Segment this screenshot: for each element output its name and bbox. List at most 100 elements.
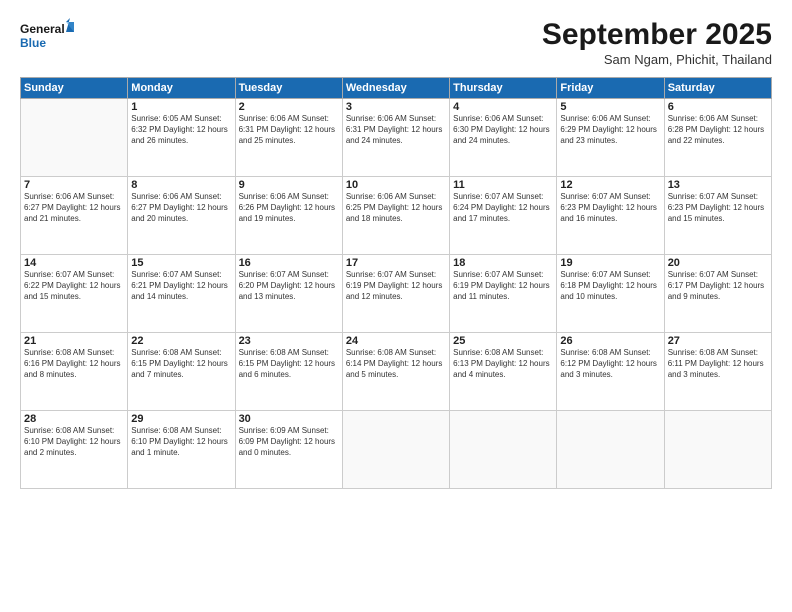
day-info: Sunrise: 6:08 AM Sunset: 6:15 PM Dayligh… bbox=[239, 348, 339, 380]
calendar-cell: 26Sunrise: 6:08 AM Sunset: 6:12 PM Dayli… bbox=[557, 333, 664, 411]
calendar-cell bbox=[450, 411, 557, 489]
day-number: 21 bbox=[24, 335, 124, 347]
day-info: Sunrise: 6:06 AM Sunset: 6:28 PM Dayligh… bbox=[668, 114, 768, 146]
day-number: 15 bbox=[131, 257, 231, 269]
day-number: 25 bbox=[453, 335, 553, 347]
header: General Blue September 2025 Sam Ngam, Ph… bbox=[20, 18, 772, 67]
day-info: Sunrise: 6:08 AM Sunset: 6:11 PM Dayligh… bbox=[668, 348, 768, 380]
calendar-cell: 21Sunrise: 6:08 AM Sunset: 6:16 PM Dayli… bbox=[21, 333, 128, 411]
calendar-cell: 28Sunrise: 6:08 AM Sunset: 6:10 PM Dayli… bbox=[21, 411, 128, 489]
day-info: Sunrise: 6:05 AM Sunset: 6:32 PM Dayligh… bbox=[131, 114, 231, 146]
calendar-cell: 24Sunrise: 6:08 AM Sunset: 6:14 PM Dayli… bbox=[342, 333, 449, 411]
day-number: 10 bbox=[346, 179, 446, 191]
logo-svg: General Blue bbox=[20, 18, 75, 56]
day-number: 12 bbox=[560, 179, 660, 191]
week-row-5: 28Sunrise: 6:08 AM Sunset: 6:10 PM Dayli… bbox=[21, 411, 772, 489]
week-row-1: 1Sunrise: 6:05 AM Sunset: 6:32 PM Daylig… bbox=[21, 99, 772, 177]
day-number: 30 bbox=[239, 413, 339, 425]
calendar-body: 1Sunrise: 6:05 AM Sunset: 6:32 PM Daylig… bbox=[21, 99, 772, 489]
day-info: Sunrise: 6:07 AM Sunset: 6:21 PM Dayligh… bbox=[131, 270, 231, 302]
day-number: 6 bbox=[668, 101, 768, 113]
day-info: Sunrise: 6:07 AM Sunset: 6:23 PM Dayligh… bbox=[668, 192, 768, 224]
week-row-3: 14Sunrise: 6:07 AM Sunset: 6:22 PM Dayli… bbox=[21, 255, 772, 333]
weekday-header-row: Sunday Monday Tuesday Wednesday Thursday… bbox=[21, 78, 772, 99]
day-number: 18 bbox=[453, 257, 553, 269]
page: General Blue September 2025 Sam Ngam, Ph… bbox=[0, 0, 792, 612]
day-number: 23 bbox=[239, 335, 339, 347]
day-info: Sunrise: 6:06 AM Sunset: 6:27 PM Dayligh… bbox=[24, 192, 124, 224]
calendar-cell: 8Sunrise: 6:06 AM Sunset: 6:27 PM Daylig… bbox=[128, 177, 235, 255]
calendar-cell: 19Sunrise: 6:07 AM Sunset: 6:18 PM Dayli… bbox=[557, 255, 664, 333]
day-number: 19 bbox=[560, 257, 660, 269]
calendar-cell: 2Sunrise: 6:06 AM Sunset: 6:31 PM Daylig… bbox=[235, 99, 342, 177]
calendar-cell: 4Sunrise: 6:06 AM Sunset: 6:30 PM Daylig… bbox=[450, 99, 557, 177]
day-number: 14 bbox=[24, 257, 124, 269]
title-area: September 2025 Sam Ngam, Phichit, Thaila… bbox=[542, 18, 772, 67]
calendar-table: Sunday Monday Tuesday Wednesday Thursday… bbox=[20, 77, 772, 489]
calendar-cell bbox=[21, 99, 128, 177]
day-info: Sunrise: 6:08 AM Sunset: 6:10 PM Dayligh… bbox=[131, 426, 231, 458]
day-number: 20 bbox=[668, 257, 768, 269]
week-row-2: 7Sunrise: 6:06 AM Sunset: 6:27 PM Daylig… bbox=[21, 177, 772, 255]
day-info: Sunrise: 6:08 AM Sunset: 6:12 PM Dayligh… bbox=[560, 348, 660, 380]
day-info: Sunrise: 6:06 AM Sunset: 6:25 PM Dayligh… bbox=[346, 192, 446, 224]
calendar-cell: 30Sunrise: 6:09 AM Sunset: 6:09 PM Dayli… bbox=[235, 411, 342, 489]
calendar-cell: 16Sunrise: 6:07 AM Sunset: 6:20 PM Dayli… bbox=[235, 255, 342, 333]
day-info: Sunrise: 6:08 AM Sunset: 6:10 PM Dayligh… bbox=[24, 426, 124, 458]
day-number: 28 bbox=[24, 413, 124, 425]
header-thursday: Thursday bbox=[450, 78, 557, 99]
day-info: Sunrise: 6:07 AM Sunset: 6:20 PM Dayligh… bbox=[239, 270, 339, 302]
day-number: 22 bbox=[131, 335, 231, 347]
day-number: 1 bbox=[131, 101, 231, 113]
day-number: 27 bbox=[668, 335, 768, 347]
day-info: Sunrise: 6:08 AM Sunset: 6:14 PM Dayligh… bbox=[346, 348, 446, 380]
day-info: Sunrise: 6:08 AM Sunset: 6:15 PM Dayligh… bbox=[131, 348, 231, 380]
day-number: 5 bbox=[560, 101, 660, 113]
day-info: Sunrise: 6:06 AM Sunset: 6:27 PM Dayligh… bbox=[131, 192, 231, 224]
header-friday: Friday bbox=[557, 78, 664, 99]
calendar-cell: 22Sunrise: 6:08 AM Sunset: 6:15 PM Dayli… bbox=[128, 333, 235, 411]
day-info: Sunrise: 6:06 AM Sunset: 6:26 PM Dayligh… bbox=[239, 192, 339, 224]
calendar-cell: 14Sunrise: 6:07 AM Sunset: 6:22 PM Dayli… bbox=[21, 255, 128, 333]
day-number: 11 bbox=[453, 179, 553, 191]
day-number: 8 bbox=[131, 179, 231, 191]
header-sunday: Sunday bbox=[21, 78, 128, 99]
day-number: 4 bbox=[453, 101, 553, 113]
calendar-cell: 20Sunrise: 6:07 AM Sunset: 6:17 PM Dayli… bbox=[664, 255, 771, 333]
calendar-cell: 7Sunrise: 6:06 AM Sunset: 6:27 PM Daylig… bbox=[21, 177, 128, 255]
day-number: 17 bbox=[346, 257, 446, 269]
day-number: 16 bbox=[239, 257, 339, 269]
calendar-cell: 11Sunrise: 6:07 AM Sunset: 6:24 PM Dayli… bbox=[450, 177, 557, 255]
day-info: Sunrise: 6:06 AM Sunset: 6:31 PM Dayligh… bbox=[346, 114, 446, 146]
calendar-cell: 27Sunrise: 6:08 AM Sunset: 6:11 PM Dayli… bbox=[664, 333, 771, 411]
logo: General Blue bbox=[20, 18, 75, 56]
calendar-cell: 9Sunrise: 6:06 AM Sunset: 6:26 PM Daylig… bbox=[235, 177, 342, 255]
calendar-cell: 15Sunrise: 6:07 AM Sunset: 6:21 PM Dayli… bbox=[128, 255, 235, 333]
day-info: Sunrise: 6:08 AM Sunset: 6:13 PM Dayligh… bbox=[453, 348, 553, 380]
calendar-cell: 29Sunrise: 6:08 AM Sunset: 6:10 PM Dayli… bbox=[128, 411, 235, 489]
day-number: 26 bbox=[560, 335, 660, 347]
header-wednesday: Wednesday bbox=[342, 78, 449, 99]
day-info: Sunrise: 6:07 AM Sunset: 6:23 PM Dayligh… bbox=[560, 192, 660, 224]
calendar-cell: 12Sunrise: 6:07 AM Sunset: 6:23 PM Dayli… bbox=[557, 177, 664, 255]
calendar-cell: 6Sunrise: 6:06 AM Sunset: 6:28 PM Daylig… bbox=[664, 99, 771, 177]
day-number: 3 bbox=[346, 101, 446, 113]
calendar-cell: 13Sunrise: 6:07 AM Sunset: 6:23 PM Dayli… bbox=[664, 177, 771, 255]
location: Sam Ngam, Phichit, Thailand bbox=[542, 52, 772, 67]
svg-text:Blue: Blue bbox=[20, 36, 46, 50]
day-number: 7 bbox=[24, 179, 124, 191]
day-info: Sunrise: 6:09 AM Sunset: 6:09 PM Dayligh… bbox=[239, 426, 339, 458]
day-info: Sunrise: 6:07 AM Sunset: 6:24 PM Dayligh… bbox=[453, 192, 553, 224]
day-info: Sunrise: 6:06 AM Sunset: 6:29 PM Dayligh… bbox=[560, 114, 660, 146]
day-number: 2 bbox=[239, 101, 339, 113]
day-info: Sunrise: 6:07 AM Sunset: 6:19 PM Dayligh… bbox=[453, 270, 553, 302]
calendar-cell: 5Sunrise: 6:06 AM Sunset: 6:29 PM Daylig… bbox=[557, 99, 664, 177]
calendar-cell: 23Sunrise: 6:08 AM Sunset: 6:15 PM Dayli… bbox=[235, 333, 342, 411]
day-number: 9 bbox=[239, 179, 339, 191]
day-info: Sunrise: 6:07 AM Sunset: 6:18 PM Dayligh… bbox=[560, 270, 660, 302]
day-number: 29 bbox=[131, 413, 231, 425]
calendar-cell bbox=[557, 411, 664, 489]
header-monday: Monday bbox=[128, 78, 235, 99]
day-info: Sunrise: 6:07 AM Sunset: 6:19 PM Dayligh… bbox=[346, 270, 446, 302]
day-info: Sunrise: 6:06 AM Sunset: 6:30 PM Dayligh… bbox=[453, 114, 553, 146]
